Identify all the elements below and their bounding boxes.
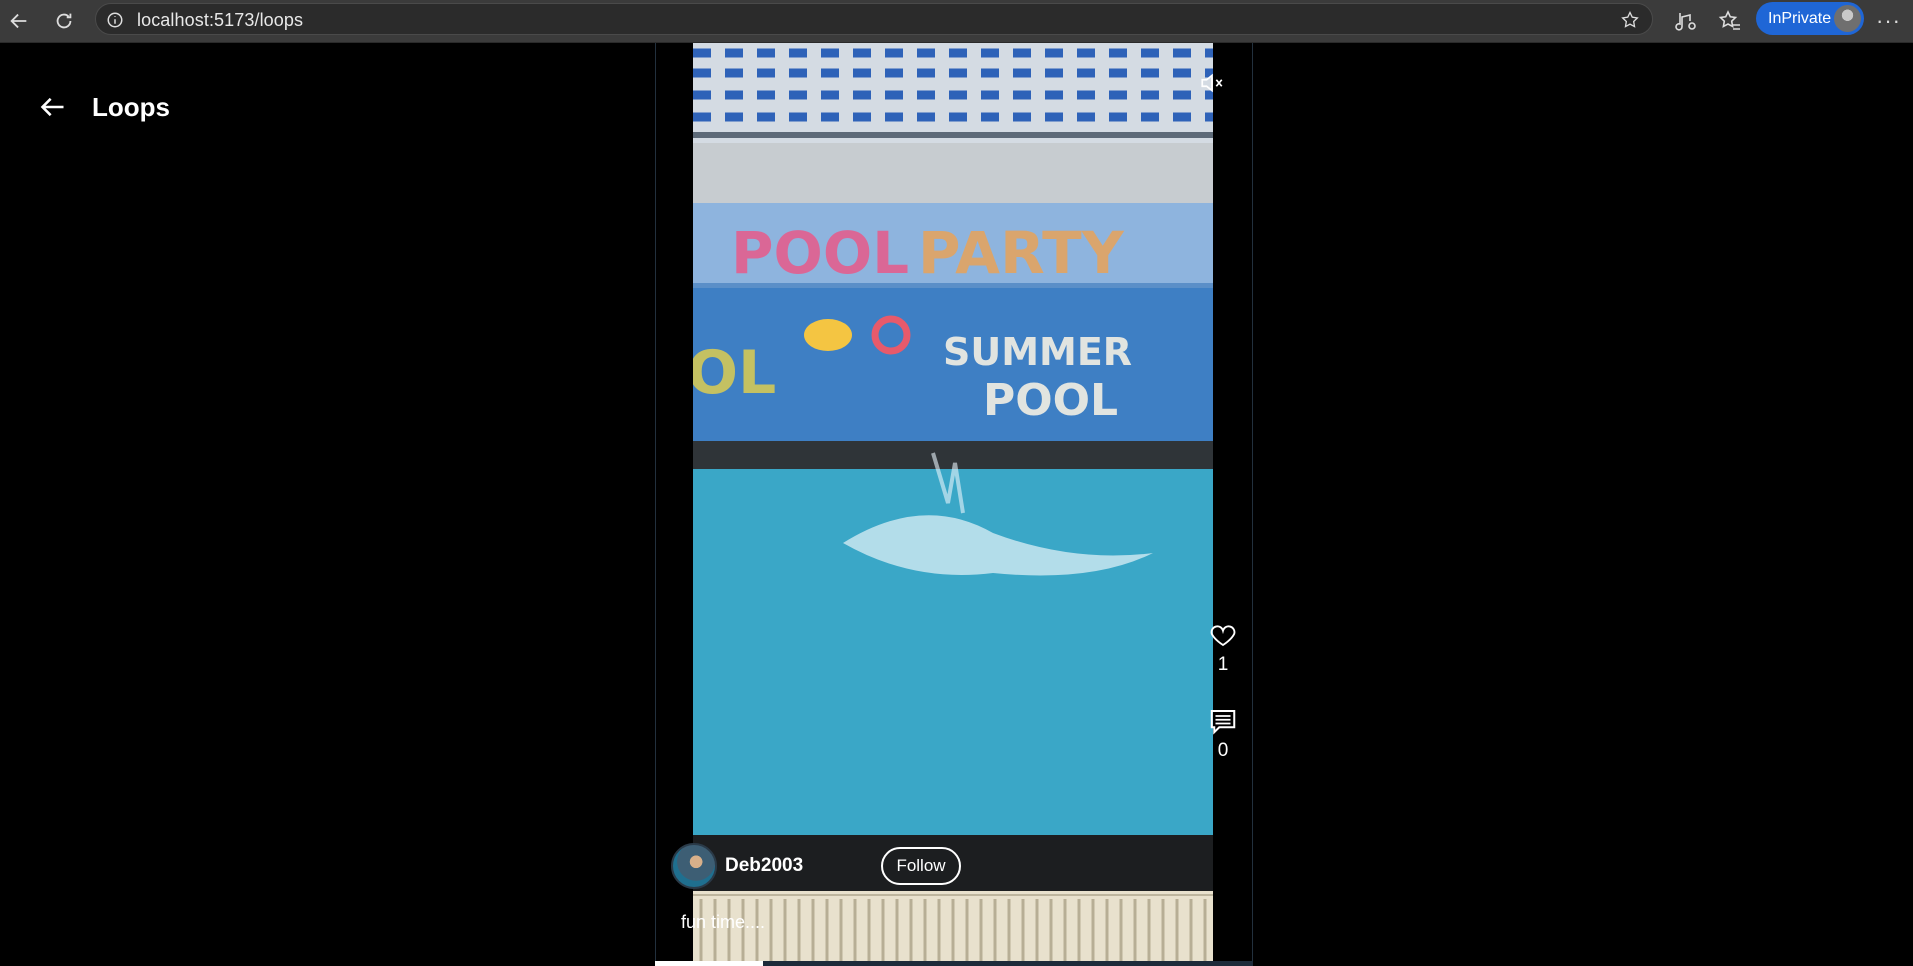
author-avatar[interactable]: [671, 843, 717, 889]
back-icon: [10, 13, 27, 29]
favorites-icon[interactable]: [1718, 9, 1742, 33]
refresh-icon: [56, 13, 72, 29]
reel-author[interactable]: Deb2003: [671, 843, 803, 889]
address-bar[interactable]: localhost:5173/loops: [95, 3, 1653, 35]
author-username[interactable]: Deb2003: [725, 855, 803, 877]
follow-button[interactable]: Follow: [881, 847, 961, 885]
svg-text:POOL: POOL: [731, 219, 909, 287]
back-button[interactable]: [36, 90, 70, 124]
comment-icon[interactable]: [1208, 706, 1238, 736]
like-action[interactable]: 1: [1208, 620, 1238, 676]
inprivate-label: InPrivate: [1768, 9, 1832, 27]
info-icon[interactable]: [106, 11, 124, 29]
video-frame-illustration: POOL PARTY SUMMER POOL OL: [693, 43, 1213, 961]
browser-back-button[interactable]: [4, 6, 34, 36]
video-progress-bar[interactable]: [655, 961, 1253, 966]
svg-text:PARTY: PARTY: [918, 219, 1125, 287]
like-count: 1: [1217, 654, 1229, 675]
favorite-star-icon[interactable]: [1620, 10, 1640, 30]
svg-text:OL: OL: [693, 338, 776, 408]
back-arrow-icon: [40, 97, 64, 117]
reel-video[interactable]: POOL PARTY SUMMER POOL OL: [693, 43, 1213, 961]
heart-icon[interactable]: [1208, 620, 1238, 650]
media-control-icon[interactable]: [1674, 9, 1698, 33]
comment-count: 0: [1217, 740, 1229, 761]
browser-refresh-button[interactable]: [49, 6, 79, 36]
mute-icon: [1201, 73, 1223, 93]
video-progress-fill: [655, 961, 763, 966]
mute-toggle-button[interactable]: [1199, 70, 1225, 96]
profile-avatar: [1834, 5, 1861, 32]
browser-toolbar: localhost:5173/loops InPrivate ···: [0, 0, 1913, 43]
reel-caption: fun time....: [681, 912, 766, 932]
page-header: Loops: [36, 90, 170, 124]
svg-text:SUMMER: SUMMER: [943, 330, 1132, 374]
pool-banner: POOL PARTY SUMMER POOL OL: [693, 203, 1213, 443]
ceiling-stripes: [693, 43, 1213, 203]
more-menu-button[interactable]: ···: [1876, 8, 1901, 34]
svg-text:POOL: POOL: [983, 375, 1118, 426]
url-text: localhost:5173/loops: [137, 10, 304, 30]
comment-action[interactable]: 0: [1208, 706, 1238, 762]
inprivate-button[interactable]: InPrivate: [1756, 2, 1864, 35]
page-title: Loops: [92, 91, 170, 122]
